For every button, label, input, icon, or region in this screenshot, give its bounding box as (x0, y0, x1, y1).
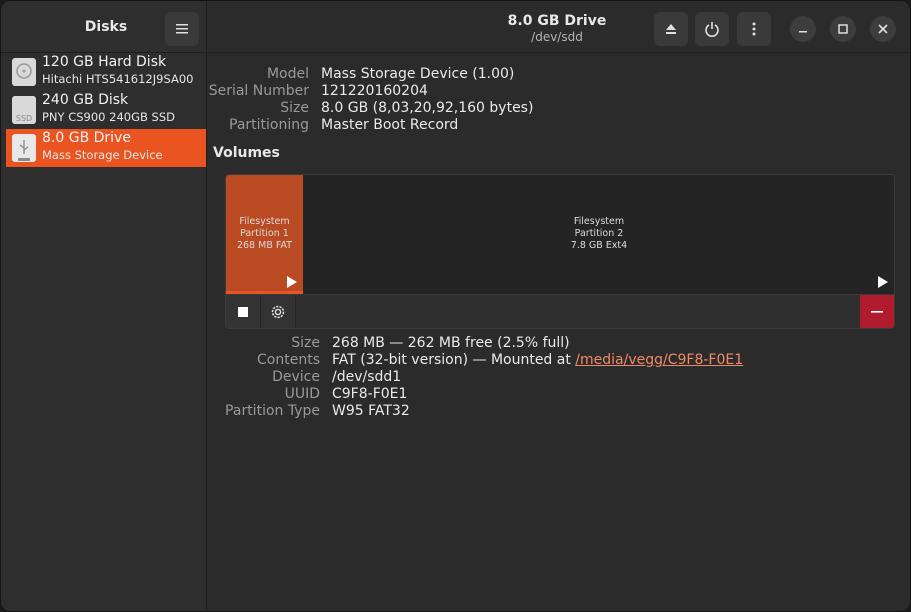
partition-2-size: 7.8 GB Ext4 (570, 240, 628, 251)
hamburger-icon (176, 24, 188, 34)
disk-model: Hitachi HTS541612J9SA00 (42, 72, 194, 86)
size-label: Size (280, 100, 309, 116)
partition-settings-button[interactable] (261, 295, 296, 328)
menu-button[interactable] (165, 12, 199, 46)
model-label: Model (266, 66, 309, 82)
partition-type-value: W95 FAT32 (332, 403, 410, 419)
play-icon (878, 276, 888, 288)
disks-window: Disks 120 GB Hard Disk Hitachi HTS541612… (0, 0, 911, 612)
drive-device-path: /dev/sdd (531, 30, 583, 44)
partition-1-name: Partition 1 (240, 228, 289, 239)
partitioning-label: Partitioning (229, 117, 309, 133)
drive-title: 8.0 GB Drive (507, 13, 607, 29)
minus-icon (871, 310, 883, 313)
disk-name: 8.0 GB Drive (42, 130, 131, 146)
partition-type-label: Partition Type (225, 403, 320, 419)
model-value: Mass Storage Device (1.00) (321, 66, 515, 82)
partition-2-fs: Filesystem (573, 216, 625, 227)
contents-label: Contents (257, 352, 320, 368)
device-value: /dev/sdd1 (332, 369, 402, 385)
usb-drive-icon (12, 134, 36, 162)
harddisk-icon (12, 58, 36, 86)
contents-value: FAT (32-bit version) — Mounted at /media… (332, 352, 744, 368)
serial-label: Serial Number (208, 83, 309, 99)
close-icon (878, 24, 888, 34)
stop-icon (238, 306, 248, 317)
disk-name: 240 GB Disk (42, 92, 129, 108)
partition-2-name: Partition 2 (574, 228, 624, 239)
maximize-button[interactable] (830, 16, 856, 42)
vertical-dots-icon (752, 22, 756, 36)
partition-1[interactable]: Filesystem Partition 1 268 MB FAT (226, 175, 303, 294)
ssd-icon: SSD (12, 96, 36, 124)
mount-point-link[interactable]: /media/vegg/C9F8-F0E1 (575, 352, 743, 368)
minimize-button[interactable] (790, 16, 816, 42)
disk-item-usb[interactable]: 8.0 GB Drive Mass Storage Device (6, 129, 206, 167)
partition-1-fs: Filesystem (239, 216, 290, 227)
play-icon (287, 276, 297, 288)
drive-options-button[interactable] (737, 12, 771, 46)
disk-name: 120 GB Hard Disk (42, 54, 167, 70)
close-button[interactable] (870, 16, 896, 42)
power-off-button[interactable] (695, 12, 729, 46)
uuid-value: C9F8-F0E1 (332, 386, 408, 402)
sidebar: Disks 120 GB Hard Disk Hitachi HTS541612… (1, 1, 207, 611)
size-value: 8.0 GB (8,03,20,92,160 bytes) (321, 100, 534, 116)
delete-partition-button[interactable] (860, 295, 894, 328)
unmount-button[interactable] (226, 295, 261, 328)
serial-value: 121220160204 (321, 83, 428, 99)
sidebar-header: Disks (1, 1, 206, 53)
partition-1-size: 268 MB FAT (236, 240, 293, 251)
disk-model: PNY CS900 240GB SSD (42, 110, 176, 124)
eject-button[interactable] (654, 12, 688, 46)
maximize-icon (838, 24, 848, 34)
disk-item-hdd[interactable]: 120 GB Hard Disk Hitachi HTS541612J9SA00 (6, 53, 206, 91)
disk-model: Mass Storage Device (42, 148, 163, 162)
volume-map: Filesystem Partition 1 268 MB FAT Filesy… (225, 174, 895, 329)
partition-size-label: Size (291, 335, 320, 351)
disk-item-ssd[interactable]: SSD 240 GB Disk PNY CS900 240GB SSD (6, 91, 206, 129)
header-bar: 8.0 GB Drive /dev/sdd (207, 1, 910, 53)
uuid-label: UUID (284, 386, 320, 402)
minimize-icon (799, 31, 807, 33)
volumes-heading: Volumes (213, 145, 280, 161)
partition-2[interactable]: Filesystem Partition 2 7.8 GB Ext4 (304, 175, 894, 294)
partitioning-value: Master Boot Record (321, 117, 459, 133)
volume-toolbar (226, 294, 894, 328)
device-label: Device (272, 369, 320, 385)
gear-icon (271, 305, 285, 318)
eject-icon (666, 24, 676, 34)
partition-size-value: 268 MB — 262 MB free (2.5% full) (332, 335, 570, 351)
power-icon (705, 22, 719, 37)
